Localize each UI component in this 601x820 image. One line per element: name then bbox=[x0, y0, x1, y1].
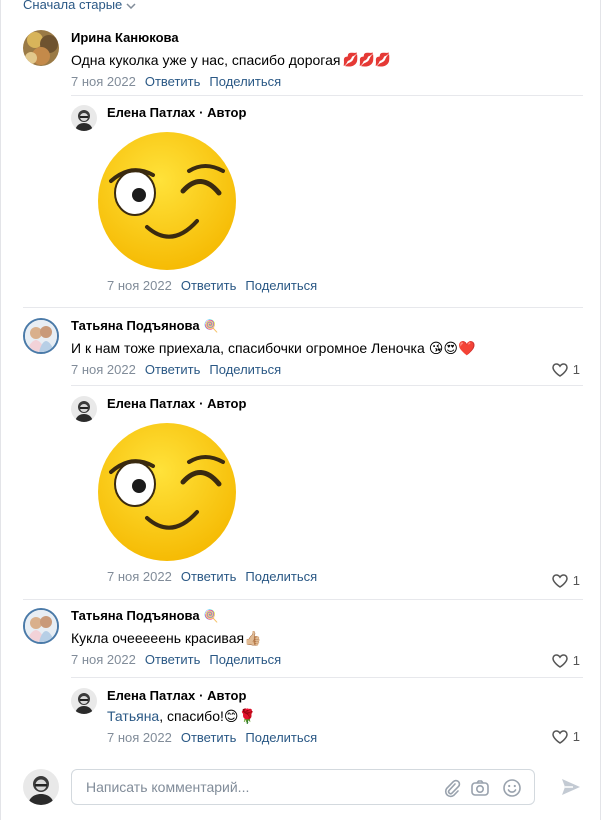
author-name[interactable]: Татьяна Подъянова bbox=[71, 608, 200, 624]
comment-date[interactable]: 7 ноя 2022 bbox=[107, 278, 172, 294]
share-link[interactable]: Поделиться bbox=[209, 362, 281, 378]
avatar[interactable] bbox=[23, 608, 59, 644]
reply-item: Елена Патлах · Автор 7 ноя 2022 Ответить … bbox=[71, 105, 317, 294]
author-role: · Автор bbox=[199, 105, 247, 120]
reply-link[interactable]: Ответить bbox=[145, 652, 201, 668]
comment-text: Одна куколка уже у нас, спасибо дорогая bbox=[71, 52, 341, 68]
comment-date[interactable]: 7 ноя 2022 bbox=[71, 362, 136, 378]
reply-link[interactable]: Ответить bbox=[145, 362, 201, 378]
share-link[interactable]: Поделиться bbox=[245, 278, 317, 294]
heart-icon bbox=[552, 729, 568, 744]
like-button[interactable]: 1 bbox=[552, 362, 580, 377]
comment-item: Татьяна Подъянова 🍭 И к нам тоже приехала… bbox=[23, 318, 475, 378]
sort-label: Сначала старые bbox=[23, 0, 123, 12]
author-role: · Автор bbox=[199, 396, 247, 411]
comment-date[interactable]: 7 ноя 2022 bbox=[71, 652, 136, 668]
sort-dropdown[interactable]: Сначала старые bbox=[23, 0, 136, 12]
attach-icon[interactable] bbox=[442, 778, 462, 798]
lollipop-badge: 🍭 bbox=[203, 609, 219, 623]
comment-input[interactable]: Написать комментарий... bbox=[71, 769, 535, 805]
divider bbox=[71, 385, 583, 386]
comment-date[interactable]: 7 ноя 2022 bbox=[107, 730, 172, 746]
current-user-avatar[interactable] bbox=[23, 769, 59, 805]
comment-item: Ирина Канюкова Одна куколка уже у нас, с… bbox=[23, 30, 391, 90]
divider bbox=[23, 599, 583, 600]
like-count: 1 bbox=[572, 362, 580, 377]
comment-text: , спасибо! bbox=[159, 708, 224, 724]
comment-date[interactable]: 7 ноя 2022 bbox=[71, 74, 136, 90]
reply-item: Елена Патлах · Автор 7 ноя 2022 Ответить … bbox=[71, 396, 317, 585]
camera-icon[interactable] bbox=[470, 778, 490, 798]
comment-composer: Написать комментарий... bbox=[23, 769, 583, 809]
comments-panel: Сначала старые Ирина Канюкова Одна кукол… bbox=[0, 0, 601, 820]
chevron-down-icon bbox=[126, 2, 136, 9]
comment-item: Татьяна Подъянова 🍭 Кукла очееееень краси… bbox=[23, 608, 281, 668]
share-link[interactable]: Поделиться bbox=[245, 569, 317, 585]
comment-text: И к нам тоже приехала, спасибочки огромн… bbox=[71, 340, 425, 356]
thumbs-up-emoji: 👍🏼 bbox=[244, 630, 262, 646]
heart-icon bbox=[552, 653, 568, 668]
avatar[interactable] bbox=[23, 318, 59, 354]
author-name[interactable]: Елена Патлах bbox=[107, 105, 195, 121]
avatar[interactable] bbox=[71, 105, 97, 131]
reply-link[interactable]: Ответить bbox=[181, 569, 237, 585]
share-link[interactable]: Поделиться bbox=[209, 652, 281, 668]
like-button[interactable]: 1 bbox=[552, 729, 580, 744]
divider bbox=[23, 307, 583, 308]
author-name[interactable]: Елена Патлах bbox=[107, 688, 195, 704]
reply-link[interactable]: Ответить bbox=[181, 730, 237, 746]
like-count: 1 bbox=[572, 729, 580, 744]
like-count: 1 bbox=[572, 573, 580, 588]
comment-input-placeholder: Написать комментарий... bbox=[86, 779, 250, 795]
heart-icon bbox=[552, 573, 568, 588]
share-link[interactable]: Поделиться bbox=[209, 74, 281, 90]
author-role: · Автор bbox=[199, 688, 247, 703]
avatar[interactable] bbox=[23, 30, 59, 66]
share-link[interactable]: Поделиться bbox=[245, 730, 317, 746]
reply-link[interactable]: Ответить bbox=[181, 278, 237, 294]
heart-icon bbox=[552, 362, 568, 377]
kiss-emoji: 💋💋💋 bbox=[342, 52, 392, 67]
emoji-group: 😊🌹 bbox=[223, 708, 256, 724]
like-button[interactable]: 1 bbox=[552, 573, 580, 588]
emoji-group: 😘😍❤️ bbox=[428, 340, 476, 356]
divider bbox=[71, 677, 583, 678]
author-name[interactable]: Татьяна Подъянова bbox=[71, 318, 200, 334]
avatar[interactable] bbox=[71, 688, 97, 714]
author-name[interactable]: Ирина Канюкова bbox=[71, 30, 179, 46]
comment-text: Кукла очееееень красивая bbox=[71, 630, 245, 646]
smile-icon[interactable] bbox=[502, 778, 522, 798]
wink-emoji-sticker bbox=[98, 423, 236, 561]
mention-link[interactable]: Татьяна bbox=[107, 706, 159, 726]
comment-date[interactable]: 7 ноя 2022 bbox=[107, 569, 172, 585]
divider bbox=[71, 95, 583, 96]
like-count: 1 bbox=[572, 653, 580, 668]
author-name[interactable]: Елена Патлах bbox=[107, 396, 195, 412]
reply-item: Елена Патлах · Автор Татьяна, спасибо! 😊🌹 … bbox=[71, 688, 317, 746]
lollipop-badge: 🍭 bbox=[203, 319, 219, 333]
send-icon[interactable] bbox=[560, 776, 582, 798]
wink-emoji-sticker bbox=[98, 132, 236, 270]
avatar[interactable] bbox=[71, 396, 97, 422]
like-button[interactable]: 1 bbox=[552, 653, 580, 668]
reply-link[interactable]: Ответить bbox=[145, 74, 201, 90]
